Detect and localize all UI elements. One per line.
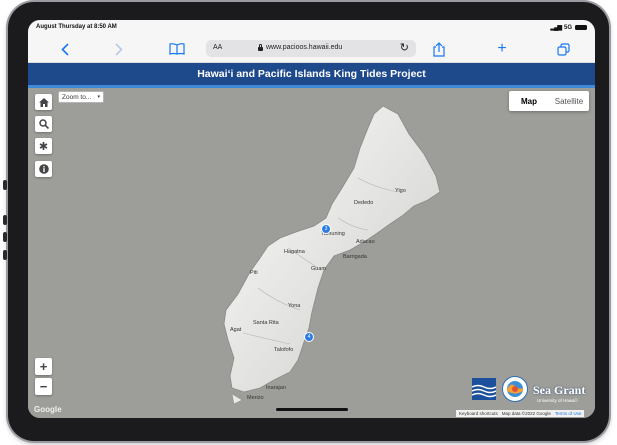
map-attribution: Keyboard shortcuts Map data ©2022 Google… <box>456 410 585 417</box>
place-label: Dededo <box>354 200 374 206</box>
place-label: Guam <box>311 266 326 272</box>
zoom-to-label: Zoom to... <box>62 93 92 101</box>
forward-icon[interactable] <box>108 39 130 59</box>
place-label: Inarajan <box>266 385 286 391</box>
gear-icon: ✱ <box>38 140 49 153</box>
place-label: Yigo <box>395 188 406 194</box>
zoom-to-select[interactable]: Zoom to... ▾ <box>58 91 104 103</box>
browser-toolbar: AA www.pacioos.hawaii.edu ↻ + <box>28 36 595 63</box>
sea-grant-subtitle: University of Hawaiʻi <box>537 398 578 403</box>
text-size-button[interactable]: AA <box>213 44 222 51</box>
status-bar: August Thursday at 8:50 AM ▂▄▆ 5G <box>28 20 595 36</box>
google-logo: Google <box>34 405 62 414</box>
sea-grant-logo: Sea Grant University of Hawaiʻi <box>533 374 591 406</box>
sea-grant-title: Sea Grant <box>533 383 586 397</box>
map-area[interactable]: Yigo Dededo Tamuning Adacao Hagatna Barr… <box>28 88 595 418</box>
share-icon[interactable] <box>428 39 450 59</box>
reload-icon[interactable]: ↻ <box>400 41 409 54</box>
keyboard-shortcuts-link[interactable]: Keyboard shortcuts <box>459 411 498 416</box>
network-label: 5G <box>563 24 572 31</box>
place-label: Agat <box>230 327 242 333</box>
battery-icon <box>575 25 587 30</box>
lock-icon <box>258 43 263 51</box>
place-label: Merizo <box>247 395 264 401</box>
place-label: Barrigada <box>343 254 367 260</box>
settings-button[interactable]: ✱ <box>35 138 52 154</box>
home-button[interactable] <box>35 94 52 110</box>
side-button <box>3 180 7 190</box>
map-data-text: Map data ©2022 Google <box>501 411 551 416</box>
site-banner: Hawaiʻi and Pacific Islands King Tides P… <box>28 63 595 88</box>
terms-link[interactable]: Terms of Use <box>555 411 582 416</box>
info-icon <box>38 164 49 174</box>
zoom-in-button[interactable]: + <box>35 358 52 375</box>
page-title: Hawaiʻi and Pacific Islands King Tides P… <box>197 68 426 80</box>
info-button[interactable] <box>35 161 52 177</box>
tabs-icon[interactable] <box>552 39 574 59</box>
place-label: Yona <box>288 303 301 309</box>
side-button <box>3 232 7 242</box>
search-icon <box>38 119 49 129</box>
map-type-map[interactable]: Map <box>509 91 549 111</box>
bookmarks-icon[interactable] <box>166 39 188 59</box>
place-label: Santa Rita <box>253 320 279 326</box>
status-signal: ▂▄▆ 5G <box>550 24 587 31</box>
signal-icon: ▂▄▆ <box>550 25 563 31</box>
side-button <box>3 250 7 260</box>
guam-island-map <box>223 105 441 405</box>
device-screen: August Thursday at 8:50 AM ▂▄▆ 5G AA www… <box>28 20 595 418</box>
map-marker[interactable]: 4 <box>304 332 314 342</box>
place-label: Hagatna <box>284 249 305 255</box>
map-type-satellite[interactable]: Satellite <box>549 91 589 111</box>
place-label: Piti <box>250 270 258 276</box>
status-time: August Thursday at 8:50 AM <box>36 24 117 30</box>
pacioos-logo <box>471 378 497 400</box>
place-label: Adacao <box>356 239 375 245</box>
home-indicator[interactable] <box>276 408 348 411</box>
side-button <box>3 215 7 225</box>
home-icon <box>38 97 49 107</box>
back-icon[interactable] <box>54 39 76 59</box>
zoom-out-button[interactable]: − <box>35 378 52 395</box>
url-text: www.pacioos.hawaii.edu <box>266 44 343 51</box>
seal-logo <box>502 376 528 402</box>
address-bar[interactable]: AA www.pacioos.hawaii.edu ↻ <box>206 40 416 57</box>
map-type-control: Map Satellite <box>509 91 589 111</box>
chevron-down-icon: ▾ <box>97 94 100 100</box>
map-marker[interactable]: 3 <box>321 224 331 234</box>
search-button[interactable] <box>35 116 52 132</box>
new-tab-icon[interactable]: + <box>491 39 513 59</box>
url-display: www.pacioos.hawaii.edu <box>258 43 343 51</box>
place-label: Talofofo <box>274 347 294 353</box>
